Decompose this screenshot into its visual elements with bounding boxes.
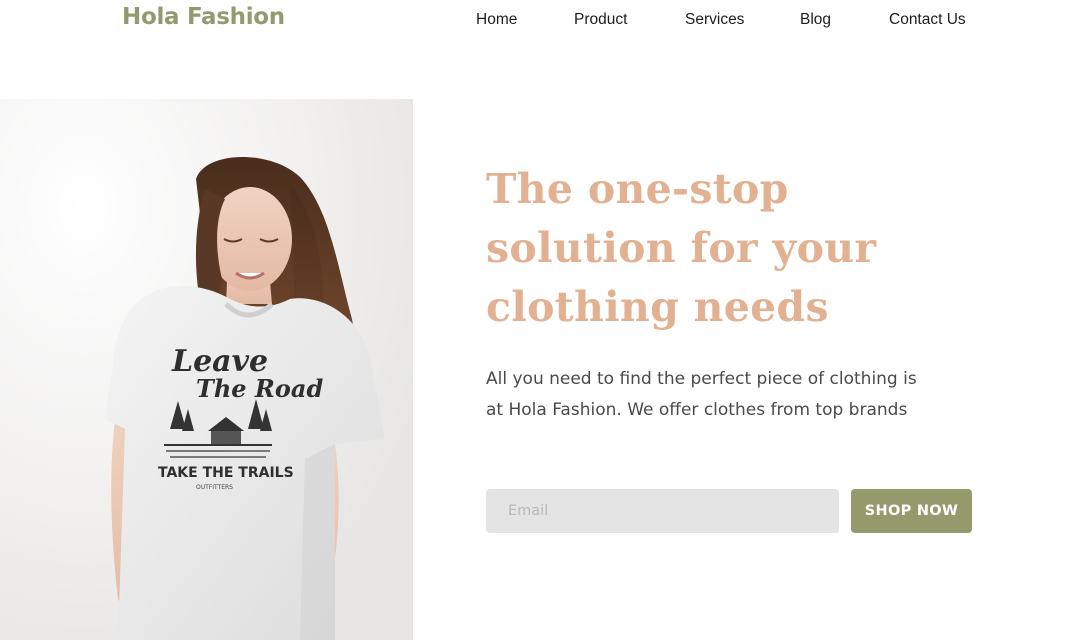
nav-home[interactable]: Home xyxy=(476,11,517,29)
email-input[interactable] xyxy=(486,489,839,533)
nav-blog[interactable]: Blog xyxy=(800,11,831,29)
nav-contact-us[interactable]: Contact Us xyxy=(889,11,966,29)
hero-headline: The one-stop solution for your clothing … xyxy=(486,165,877,331)
shirt-print-outfitters: OUTFITTERS xyxy=(196,484,233,491)
model-photo-illustration: Leave The Road TAKE THE TRAILS OUTFITTER… xyxy=(0,99,413,640)
main-nav: Home Product Services Blog Contact Us xyxy=(0,11,1080,31)
hero-subtext: All you need to find the perfect piece o… xyxy=(486,369,917,420)
hero-image: Leave The Road TAKE THE TRAILS OUTFITTER… xyxy=(0,99,413,640)
nav-services[interactable]: Services xyxy=(685,11,744,29)
nav-product[interactable]: Product xyxy=(574,11,627,29)
shirt-print-take-the-trails: TAKE THE TRAILS xyxy=(158,465,294,481)
shop-now-button[interactable]: SHOP NOW xyxy=(851,489,972,533)
shirt-print-the-road: The Road xyxy=(196,374,323,403)
